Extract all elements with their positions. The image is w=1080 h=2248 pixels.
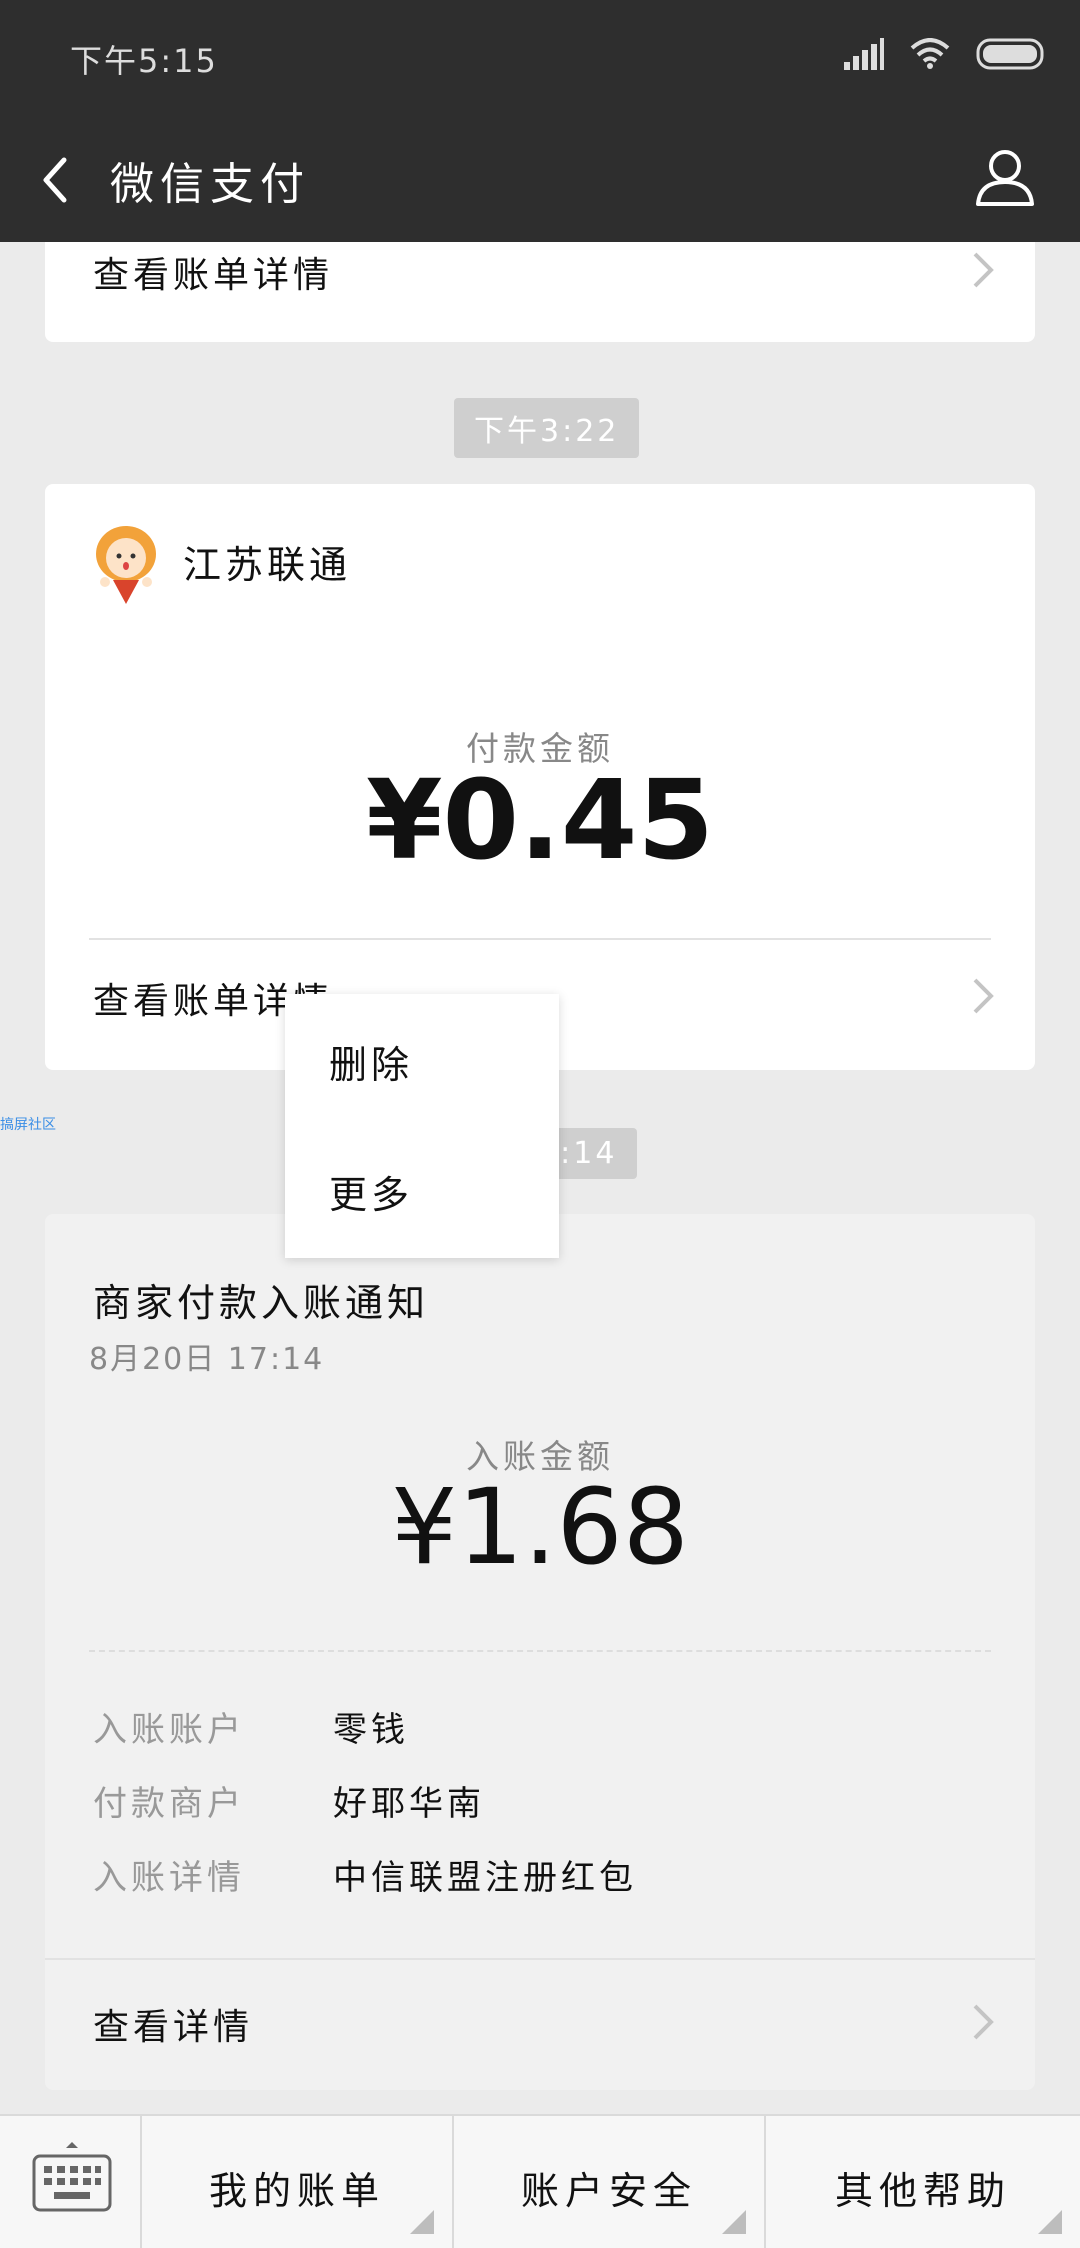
chevron-right-icon [973,252,994,288]
submenu-indicator-icon [1038,2210,1062,2234]
signal-icon [844,38,884,70]
notice-title: 商家付款入账通知 [93,1281,430,1325]
status-time: 下午5:15 [70,42,218,80]
watermark-text: 搞屏社区 [0,1117,56,1133]
tab-account-security[interactable]: 账户安全 [454,2116,766,2248]
info-key: 入账账户 [93,1710,245,1750]
previous-bill-card: 查看账单详情 [45,242,1035,342]
income-notice-card[interactable]: 商家付款入账通知 8月20日 17:14 入账金额 ¥1.68 入账账户 零钱 付… [45,1214,1035,2090]
merchant-avatar [96,526,156,604]
keyboard-icon [32,2142,112,2212]
chevron-right-icon [973,978,994,1014]
wifi-icon [910,38,950,69]
info-key: 入账详情 [93,1858,245,1898]
tab-my-bills[interactable]: 我的账单 [142,2116,454,2248]
menu-item-more[interactable]: 更多 [329,1164,413,1219]
battery-icon [976,38,1044,70]
view-details-link[interactable]: 查看详情 [45,1966,1035,2076]
status-icons [844,38,1046,70]
page-title: 微信支付 [110,159,310,210]
bottom-menu-bar: 我的账单 账户安全 其他帮助 [0,2114,1080,2248]
divider [45,1958,1035,1960]
view-bill-details-link[interactable]: 查看账单详情 [45,214,1035,324]
link-label: 查看账单详情 [93,255,334,296]
link-label: 查看详情 [93,2007,254,2048]
info-row: 入账账户 零钱 [93,1702,409,1751]
dashed-divider [89,1650,991,1652]
amount-value: ¥1.68 [391,1466,689,1588]
tab-other-help[interactable]: 其他帮助 [766,2116,1080,2248]
chevron-right-icon [973,2004,994,2040]
keyboard-toggle-button[interactable] [0,2116,142,2248]
info-row: 入账详情 中信联盟注册红包 [93,1850,637,1899]
back-arrow-icon[interactable] [30,150,90,210]
info-key: 付款商户 [93,1784,245,1824]
info-row: 付款商户 好耶华南 [93,1776,485,1825]
user-profile-icon[interactable] [974,146,1036,208]
tab-label: 其他帮助 [834,2169,1011,2213]
info-value: 中信联盟注册红包 [333,1858,637,1898]
submenu-indicator-icon [722,2210,746,2234]
status-bar: 下午5:15 [0,0,1080,112]
notice-datetime: 8月20日 17:14 [89,1342,325,1377]
info-value: 零钱 [333,1710,409,1750]
message-time: 下午3:22 [454,398,640,458]
submenu-indicator-icon [410,2210,434,2234]
merchant-name: 江苏联通 [183,543,352,587]
info-value: 好耶华南 [333,1784,485,1824]
tab-label: 账户安全 [520,2169,697,2213]
tab-label: 我的账单 [208,2169,385,2213]
amount-value: ¥0.45 [366,756,714,884]
menu-item-delete[interactable]: 删除 [329,1034,413,1089]
context-menu: 删除 更多 [285,994,559,1258]
payment-card[interactable]: 江苏联通 付款金额 ¥0.45 查看账单详情 [45,484,1035,1070]
